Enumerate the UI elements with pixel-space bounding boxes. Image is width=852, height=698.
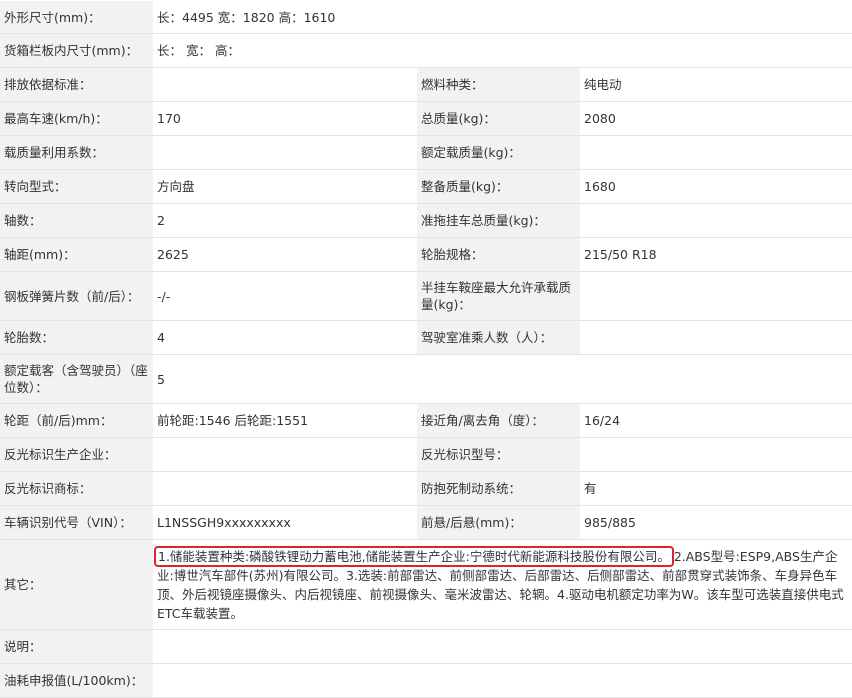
- reflector-maker-value: [153, 437, 417, 472]
- track-label: 轮距（前/后)mm：: [0, 403, 153, 438]
- overhang-value: 985/885: [580, 505, 852, 540]
- curb-mass-label: 整备质量(kg)：: [417, 169, 580, 204]
- load-coef-label: 载质量利用系数：: [0, 135, 153, 170]
- notes-label: 说明：: [0, 629, 153, 664]
- vehicle-spec-table: 外形尺寸(mm)： 长：4495 宽：1820 高：1610 货箱栏板内尺寸(m…: [0, 0, 852, 698]
- emission-label: 排放依据标准：: [0, 67, 153, 102]
- approach-angle-label: 接近角/离去角（度）：: [417, 403, 580, 438]
- axles-label: 轴数：: [0, 203, 153, 238]
- wheelbase-label: 轴距(mm)：: [0, 237, 153, 272]
- table-row: 外形尺寸(mm)： 长：4495 宽：1820 高：1610: [0, 0, 852, 34]
- abs-value: 有: [580, 471, 852, 506]
- fuel-type-label: 燃料种类：: [417, 67, 580, 102]
- reflector-brand-label: 反光标识商标：: [0, 471, 153, 506]
- saddle-load-value: [580, 271, 852, 321]
- rated-load-value: [580, 135, 852, 170]
- table-row: 轮距（前/后)mm： 前轮距:1546 后轮距:1551 接近角/离去角（度）：…: [0, 403, 852, 438]
- notes-value: [153, 629, 852, 664]
- other-notes-text: 1.储能装置种类:磷酸铁锂动力蓄电池,储能装置生产企业:宁德时代新能源科技股份有…: [154, 545, 848, 623]
- reflector-model-label: 反光标识型号：: [417, 437, 580, 472]
- tire-spec-label: 轮胎规格：: [417, 237, 580, 272]
- steering-label: 转向型式：: [0, 169, 153, 204]
- emission-value: [153, 67, 417, 102]
- table-row: 排放依据标准： 燃料种类： 纯电动: [0, 67, 852, 102]
- table-row: 钢板弹簧片数（前/后）： -/- 半挂车鞍座最大允许承载质量(kg)：: [0, 271, 852, 321]
- reflector-maker-label: 反光标识生产企业：: [0, 437, 153, 472]
- fuel-consumption-value: [153, 663, 852, 698]
- leaf-springs-value: -/-: [153, 271, 417, 321]
- table-row: 货箱栏板内尺寸(mm)： 长： 宽： 高：: [0, 33, 852, 68]
- table-row: 反光标识生产企业： 反光标识型号：: [0, 437, 852, 472]
- reflector-brand-value: [153, 471, 417, 506]
- table-row: 载质量利用系数： 额定载质量(kg)：: [0, 135, 852, 170]
- table-row: 油耗申报值(L/100km)：: [0, 663, 852, 698]
- vin-label: 车辆识别代号（VIN）：: [0, 505, 153, 540]
- cab-occupants-value: [580, 320, 852, 355]
- curb-mass-value: 1680: [580, 169, 852, 204]
- table-row: 轴数： 2 准拖挂车总质量(kg)：: [0, 203, 852, 238]
- gross-mass-value: 2080: [580, 101, 852, 136]
- table-row: 车辆识别代号（VIN）： L1NSSGH9xxxxxxxxx 前悬/后悬(mm)…: [0, 505, 852, 540]
- dimensions-value: 长：4495 宽：1820 高：1610: [153, 0, 852, 34]
- cargo-box-value: 长： 宽： 高：: [153, 33, 852, 68]
- vin-value: L1NSSGH9xxxxxxxxx: [153, 505, 417, 540]
- cargo-box-label: 货箱栏板内尺寸(mm)：: [0, 33, 153, 68]
- table-row: 说明：: [0, 629, 852, 664]
- tire-count-value: 4: [153, 320, 417, 355]
- table-row: 反光标识商标： 防抱死制动系统： 有: [0, 471, 852, 506]
- trailer-mass-label: 准拖挂车总质量(kg)：: [417, 203, 580, 238]
- fuel-type-value: 纯电动: [580, 67, 852, 102]
- max-speed-label: 最高车速(km/h)：: [0, 101, 153, 136]
- saddle-load-label: 半挂车鞍座最大允许承载质量(kg)：: [417, 271, 580, 321]
- wheelbase-value: 2625: [153, 237, 417, 272]
- overhang-label: 前悬/后悬(mm)：: [417, 505, 580, 540]
- table-row: 转向型式： 方向盘 整备质量(kg)： 1680: [0, 169, 852, 204]
- track-value: 前轮距:1546 后轮距:1551: [153, 403, 417, 438]
- gross-mass-label: 总质量(kg)：: [417, 101, 580, 136]
- load-coef-value: [153, 135, 417, 170]
- fuel-consumption-label: 油耗申报值(L/100km)：: [0, 663, 153, 698]
- reflector-model-value: [580, 437, 852, 472]
- dimensions-label: 外形尺寸(mm)：: [0, 0, 153, 34]
- leaf-springs-label: 钢板弹簧片数（前/后）：: [0, 271, 153, 321]
- passengers-value: 5: [153, 354, 852, 404]
- steering-value: 方向盘: [153, 169, 417, 204]
- other-label: 其它：: [0, 539, 153, 630]
- trailer-mass-value: [580, 203, 852, 238]
- table-row: 最高车速(km/h)： 170 总质量(kg)： 2080: [0, 101, 852, 136]
- max-speed-value: 170: [153, 101, 417, 136]
- table-row: 其它： 1.储能装置种类:磷酸铁锂动力蓄电池,储能装置生产企业:宁德时代新能源科…: [0, 539, 852, 630]
- tire-spec-value: 215/50 R18: [580, 237, 852, 272]
- table-row: 额定载客（含驾驶员）（座位数）： 5: [0, 354, 852, 404]
- passengers-label: 额定载客（含驾驶员）（座位数）：: [0, 354, 153, 404]
- abs-label: 防抱死制动系统：: [417, 471, 580, 506]
- table-row: 轮胎数： 4 驾驶室准乘人数（人）：: [0, 320, 852, 355]
- other-value: 1.储能装置种类:磷酸铁锂动力蓄电池,储能装置生产企业:宁德时代新能源科技股份有…: [153, 539, 852, 630]
- tire-count-label: 轮胎数：: [0, 320, 153, 355]
- table-row: 轴距(mm)： 2625 轮胎规格： 215/50 R18: [0, 237, 852, 272]
- rated-load-label: 额定载质量(kg)：: [417, 135, 580, 170]
- axles-value: 2: [153, 203, 417, 238]
- approach-angle-value: 16/24: [580, 403, 852, 438]
- battery-highlight: 1.储能装置种类:磷酸铁锂动力蓄电池,储能装置生产企业:宁德时代新能源科技股份有…: [154, 545, 674, 567]
- cab-occupants-label: 驾驶室准乘人数（人）：: [417, 320, 580, 355]
